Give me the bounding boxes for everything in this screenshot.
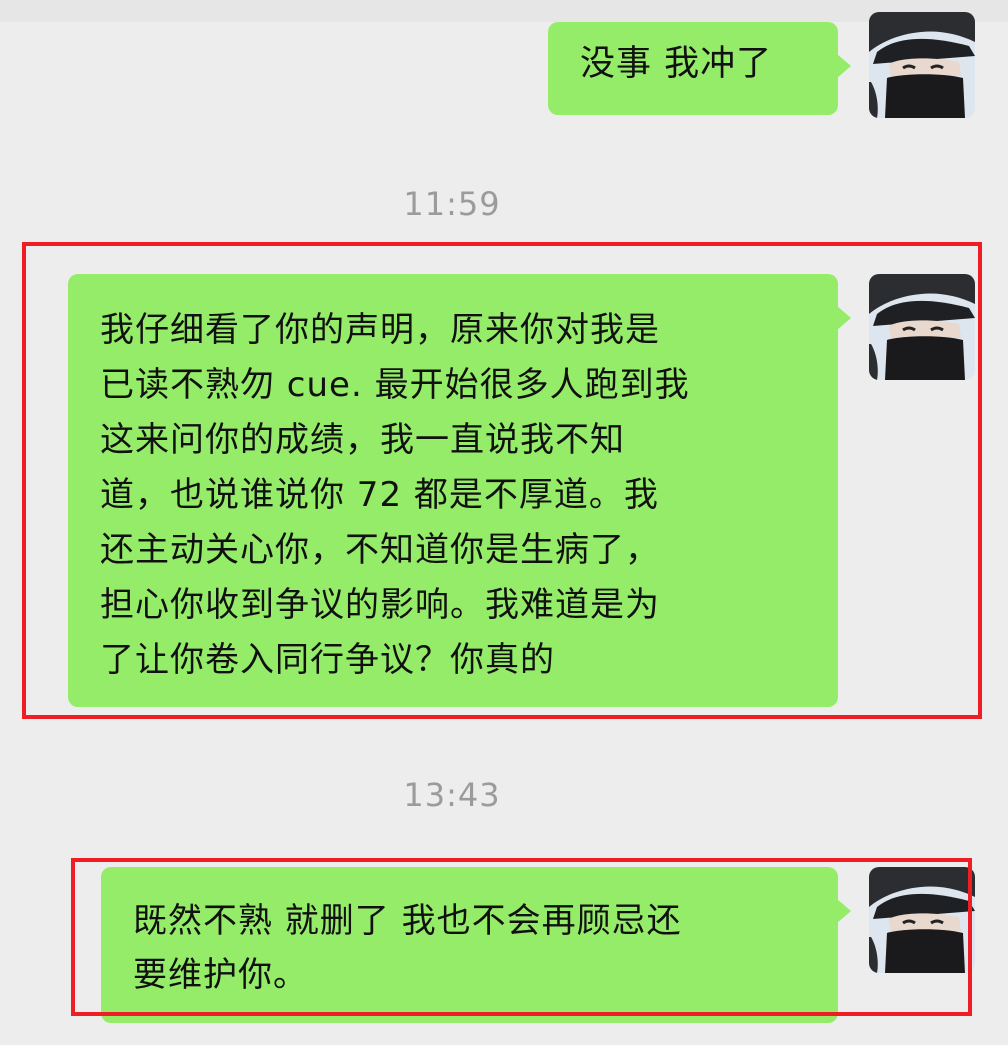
message-line: 担心你收到争议的影响。我难道是为 [100,585,660,625]
chat-bubble-outgoing[interactable]: 我仔细看了你的声明，原来你对我是 已读不熟勿 cue. 最开始很多人跑到我 这来… [68,274,851,707]
top-strip [0,0,1008,22]
timestamp: 13:43 [403,776,501,814]
message-line: 既然不熟 就删了 我也不会再顾忌还 [133,901,682,941]
avatar-icon [869,867,975,973]
avatar-icon [869,274,975,380]
avatar[interactable] [869,867,975,973]
message-line: 还主动关心你，不知道你是生病了， [100,530,660,570]
message-line: 已读不熟勿 cue. 最开始很多人跑到我 [100,365,690,405]
message-line: 了让你卷入同行争议？你真的 [100,640,555,680]
timestamp: 11:59 [403,185,501,223]
message-line: 要维护你。 [133,955,308,995]
avatar[interactable] [869,12,975,118]
chat-bubble-outgoing[interactable]: 既然不熟 就删了 我也不会再顾忌还 要维护你。 [101,867,851,1023]
message-line: 我仔细看了你的声明，原来你对我是 [100,310,660,350]
avatar-icon [869,12,975,118]
message-line: 道，也说谁说你 72 都是不厚道。我 [100,475,659,515]
avatar[interactable] [869,274,975,380]
message-line: 没事 我冲了 [580,44,773,84]
message-line: 这来问你的成绩，我一直说我不知 [100,420,625,460]
chat-bubble-outgoing[interactable]: 没事 我冲了 [548,22,851,115]
